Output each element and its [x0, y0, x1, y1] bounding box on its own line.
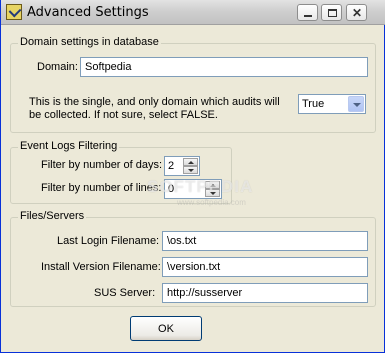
install-version-label: Install Version Filename: — [41, 261, 161, 273]
days-label: Filter by number of days: — [41, 159, 163, 171]
lines-label: Filter by number of lines: — [41, 182, 162, 194]
days-up-icon[interactable] — [183, 158, 198, 166]
softpedia-watermark-url: www.softpedia.com — [177, 198, 246, 207]
days-down-icon[interactable] — [183, 166, 198, 174]
domain-label: Domain: — [37, 61, 78, 73]
maximize-icon — [328, 9, 337, 17]
close-icon: ✕ — [352, 6, 363, 20]
event-logs-legend: Event Logs Filtering — [18, 140, 120, 152]
domain-enabled-select[interactable]: True — [298, 94, 366, 114]
minimize-button[interactable] — [297, 4, 318, 21]
install-version-input[interactable] — [162, 257, 368, 277]
sus-server-label: SUS Server: — [94, 287, 156, 299]
files-servers-group: Files/Servers Last Login Filename: Insta… — [10, 210, 376, 307]
sus-server-input[interactable] — [162, 283, 368, 303]
window-title: Advanced Settings — [27, 5, 149, 20]
maximize-button[interactable] — [321, 4, 342, 21]
advanced-settings-window: Advanced Settings ✕ Domain settings in d… — [0, 0, 385, 353]
days-spinner[interactable]: 2 — [164, 156, 200, 176]
last-login-input[interactable] — [162, 231, 368, 251]
title-bar[interactable]: Advanced Settings ✕ — [1, 0, 385, 25]
domain-note-line1: This is the single, and only domain whic… — [29, 96, 280, 108]
domain-note-line2: be collected. If not sure, select FALSE. — [29, 109, 218, 121]
minimize-icon — [304, 15, 312, 17]
ok-button[interactable]: OK — [130, 316, 202, 341]
chevron-down-icon[interactable] — [348, 96, 364, 112]
domain-settings-group: Domain settings in database Domain: This… — [10, 36, 376, 133]
domain-settings-legend: Domain settings in database — [18, 36, 161, 48]
close-button[interactable]: ✕ — [346, 4, 367, 21]
files-servers-legend: Files/Servers — [18, 210, 87, 222]
days-value: 2 — [168, 160, 175, 172]
softpedia-watermark: SOFTPEDIA — [147, 177, 254, 196]
domain-enabled-value: True — [302, 98, 325, 110]
app-icon[interactable] — [6, 4, 22, 20]
domain-input[interactable] — [80, 57, 368, 77]
last-login-label: Last Login Filename: — [57, 235, 160, 247]
